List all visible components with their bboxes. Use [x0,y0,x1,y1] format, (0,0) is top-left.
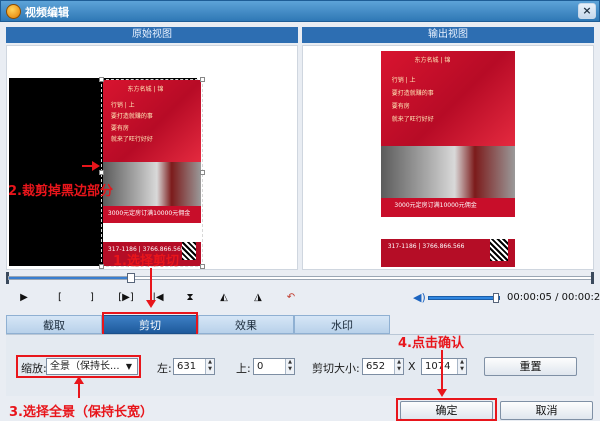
fade-out-icon[interactable]: ◮ [250,291,266,305]
close-button[interactable]: × [578,3,596,19]
tab-effects[interactable]: 效果 [198,315,294,334]
output-poster-headline-4: 就来了旺行好好 [391,115,434,123]
crop-handle-bottom-right[interactable] [200,264,205,269]
crop-selection-frame[interactable] [99,77,205,269]
annotation-step-2: 2.裁剪掉黑边部分 [8,184,113,199]
play-selection-icon[interactable]: [▶] [116,291,136,305]
crop-width-input[interactable]: 652 ▲ ▼ [362,358,404,375]
annotation-4-arrow [441,350,443,392]
speaker-icon[interactable]: ◀) [413,292,426,304]
title-bar: 视频编辑 × [0,0,600,22]
crop-handle-top-left[interactable] [99,77,104,82]
play-icon[interactable]: ▶ [16,291,32,305]
window-title: 视频编辑 [25,6,69,19]
crop-handle-top-right[interactable] [200,77,205,82]
split-icon[interactable]: ⧗ [182,291,198,305]
volume-thumb[interactable] [493,293,499,303]
annotation-3-arrowhead [74,376,84,384]
mark-out-icon[interactable]: ] [84,291,100,305]
volume-slider[interactable] [428,296,500,300]
output-poster-brand: 东方名城 | 锦 [414,57,451,65]
output-poster-offer: 3000元定房订满10000元佣金 [394,202,477,210]
spinner-icon[interactable]: ▲ ▼ [394,359,403,374]
crop-handle-bottom-left[interactable] [99,264,104,269]
original-view-panel[interactable]: 东方名城 | 锦 行销 | 上 要打造就赚的事 要有房 就来了旺行好好 3000… [6,45,298,270]
output-poster-headline-3: 要有房 [391,102,410,110]
fade-in-icon[interactable]: ◭ [216,291,232,305]
top-offset-input[interactable]: 0 ▲ ▼ [253,358,295,375]
annotation-4-arrowhead [437,389,447,397]
timeline-progress [9,277,130,279]
crop-height-input[interactable]: 1074 ▲ ▼ [421,358,467,375]
output-video-frame: 东方名城 | 锦 行销 | 上 要打造就赚的事 要有房 就来了旺行好好 3000… [381,51,515,267]
annotation-step-3: 3.选择全景（保持长宽） [9,405,153,420]
output-qr-code-icon [489,238,509,261]
spinner-icon[interactable]: ▲ ▼ [205,359,214,374]
original-view-header: 原始视图 [6,27,298,43]
annotation-2-arrowhead [92,161,100,171]
size-separator: X [408,360,416,373]
output-view-panel: 东方名城 | 锦 行销 | 上 要打造就赚的事 要有房 就来了旺行好好 3000… [302,45,594,270]
left-label: 左: [157,362,172,375]
output-view-header: 输出视图 [302,27,594,43]
annotation-step-1: 1.选择剪切 [113,254,179,269]
left-offset-input[interactable]: 631 ▲ ▼ [173,358,215,375]
spinner-icon[interactable]: ▲ ▼ [285,359,294,374]
annotation-crop-tab-highlight [102,312,198,336]
app-icon [6,4,21,19]
timeline-slider[interactable] [6,272,594,284]
annotation-zoom-highlight [16,355,141,378]
top-label: 上: [236,362,251,375]
timeline-thumb[interactable] [127,273,135,283]
annotation-ok-highlight [396,398,497,421]
reset-button[interactable]: 重置 [484,357,577,376]
mark-in-icon[interactable]: [ [52,291,68,305]
undo-icon[interactable]: ↶ [283,291,299,305]
output-poster-headline-1: 行销 | 上 [391,76,416,84]
time-readout: 00:00:05 / 00:00:28 [507,292,600,303]
tab-watermark[interactable]: 水印 [294,315,390,334]
crop-handle-right[interactable] [200,170,205,175]
output-poster-headline-2: 要打造就赚的事 [391,89,434,97]
tab-capture[interactable]: 截取 [6,315,102,334]
crop-size-label: 剪切大小: [312,362,360,375]
annotation-1-arrowhead [146,300,156,308]
spinner-icon[interactable]: ▲ ▼ [457,359,466,374]
annotation-step-4: 4.点击确认 [398,336,464,351]
annotation-1-arrow [150,268,152,302]
cancel-button[interactable]: 取消 [500,401,593,420]
output-poster-contact: 317-1186 | 3766.866.566 [387,243,465,251]
